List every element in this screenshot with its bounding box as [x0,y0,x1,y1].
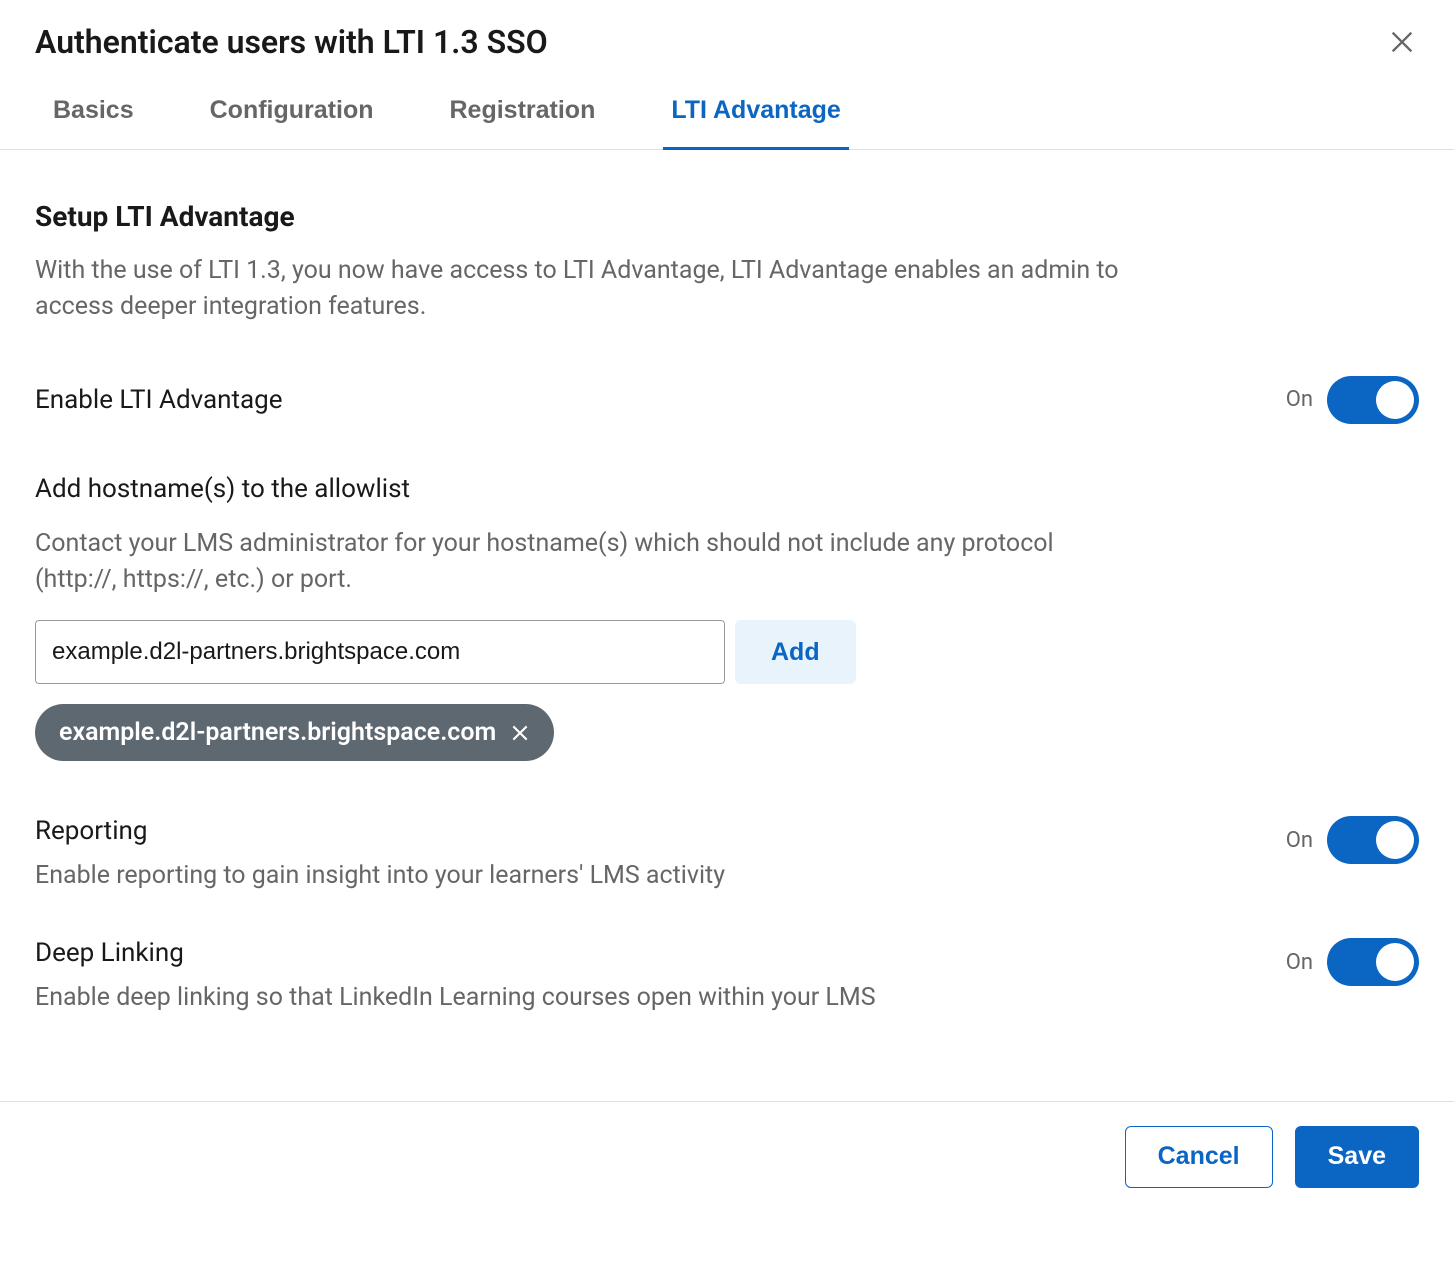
dialog-title: Authenticate users with LTI 1.3 SSO [35,23,548,61]
tab-configuration[interactable]: Configuration [202,96,382,150]
tab-lti-advantage[interactable]: LTI Advantage [663,96,848,150]
tab-content: Setup LTI Advantage With the use of LTI … [0,150,1454,1101]
section-description: With the use of LTI 1.3, you now have ac… [35,253,1135,326]
dialog-footer: Cancel Save [0,1101,1454,1212]
deeplinking-toggle[interactable] [1327,938,1419,986]
hostname-chip: example.d2l-partners.brightspace.com [35,704,554,761]
allowlist-chips: example.d2l-partners.brightspace.com [35,704,1419,761]
enable-lti-toggle[interactable] [1327,376,1419,424]
deeplinking-state: On [1286,950,1313,975]
toggle-knob [1376,943,1414,981]
reporting-description: Enable reporting to gain insight into yo… [35,858,1286,894]
toggle-knob [1376,381,1414,419]
save-button[interactable]: Save [1295,1126,1419,1188]
deeplinking-description: Enable deep linking so that LinkedIn Lea… [35,980,1286,1016]
reporting-toggle-wrap: On [1286,816,1419,864]
add-hostname-button[interactable]: Add [735,620,856,684]
dialog-header: Authenticate users with LTI 1.3 SSO [0,0,1454,64]
enable-lti-row: Enable LTI Advantage On [35,376,1419,424]
tab-basics[interactable]: Basics [45,96,142,150]
tab-bar: Basics Configuration Registration LTI Ad… [0,64,1454,150]
close-icon [510,723,530,743]
allowlist-input-row: Add [35,620,1419,684]
close-button[interactable] [1380,20,1424,64]
close-icon [1388,28,1416,56]
reporting-title: Reporting [35,816,1286,846]
remove-hostname-button[interactable] [510,723,530,743]
deeplinking-block: Deep Linking Enable deep linking so that… [35,938,1419,1016]
enable-lti-toggle-wrap: On [1286,376,1419,424]
allowlist-title: Add hostname(s) to the allowlist [35,474,1419,504]
allowlist-section: Add hostname(s) to the allowlist Contact… [35,474,1419,762]
toggle-knob [1376,821,1414,859]
section-title: Setup LTI Advantage [35,200,1419,233]
deeplinking-toggle-wrap: On [1286,938,1419,986]
allowlist-description: Contact your LMS administrator for your … [35,526,1135,599]
reporting-state: On [1286,828,1313,853]
lti-settings-dialog: Authenticate users with LTI 1.3 SSO Basi… [0,0,1454,1212]
reporting-block: Reporting Enable reporting to gain insig… [35,816,1419,894]
hostname-chip-label: example.d2l-partners.brightspace.com [59,718,496,747]
hostname-input[interactable] [35,620,725,684]
cancel-button[interactable]: Cancel [1125,1126,1273,1188]
deeplinking-title: Deep Linking [35,938,1286,968]
enable-lti-label: Enable LTI Advantage [35,385,283,415]
tab-registration[interactable]: Registration [441,96,603,150]
reporting-toggle[interactable] [1327,816,1419,864]
enable-lti-state: On [1286,387,1313,412]
